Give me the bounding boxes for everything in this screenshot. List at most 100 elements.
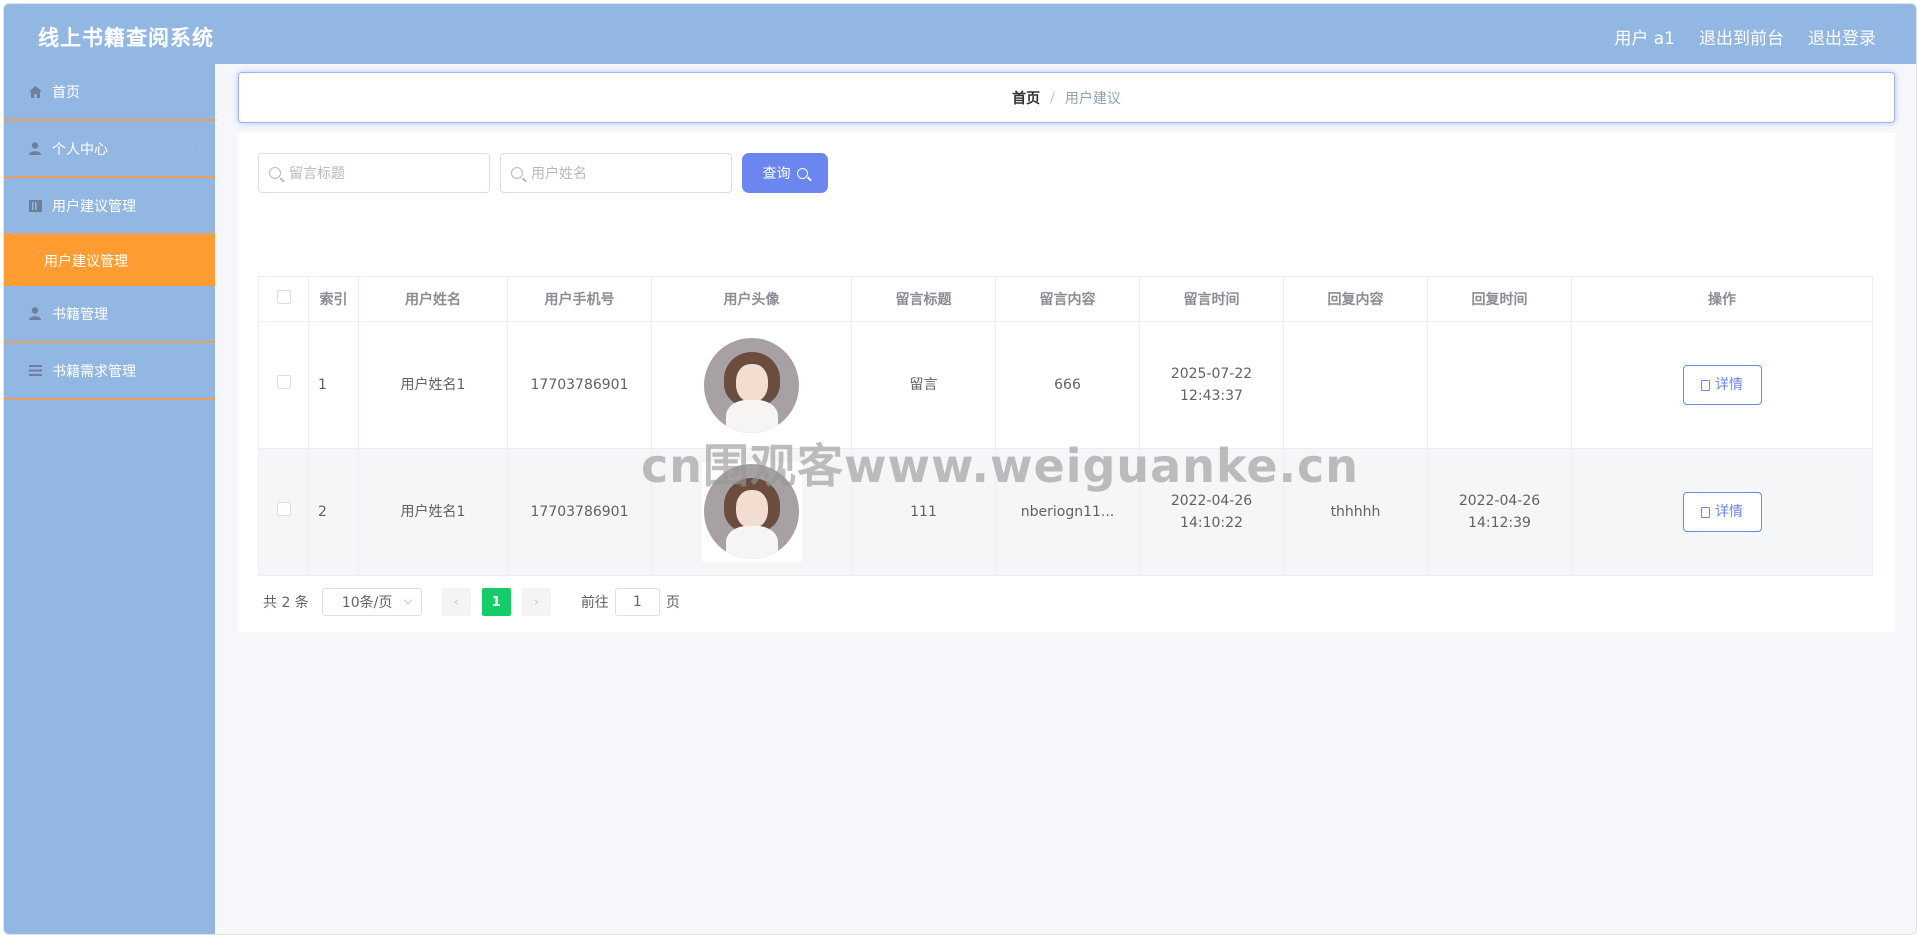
page-number-current[interactable]: 1 (481, 588, 511, 616)
main-panel: 留言标题 用户姓名 查询 索引 用户姓名 用户手机号 用户头像 留言标题 留言内… (238, 133, 1895, 632)
cell-index: 2 (308, 448, 359, 576)
name-search-input[interactable]: 用户姓名 (500, 153, 732, 193)
cell-phone: 17703786901 (507, 448, 652, 576)
sidebar-subitem-suggestion-management[interactable]: 用户建议管理 (4, 235, 215, 286)
page-size-value: 10条/页 (341, 595, 393, 611)
breadcrumb-separator: / (1050, 89, 1055, 106)
avatar (704, 337, 799, 433)
query-button-label: 查询 (762, 166, 791, 182)
cell-name: 用户姓名1 (358, 448, 508, 576)
column-header: 回复内容 (1283, 276, 1428, 322)
suggestion-table: 索引 用户姓名 用户手机号 用户头像 留言标题 留言内容 留言时间 回复内容 回… (258, 276, 1873, 576)
breadcrumb: 首页 / 用户建议 (238, 72, 1895, 123)
cell-title: 111 (851, 448, 996, 576)
pagination: 共 2 条 10条/页 ‹ 1 › 前往 1 页 (263, 588, 680, 616)
user-icon (28, 307, 42, 321)
sidebar-item-book-management[interactable]: 书籍管理 (4, 286, 215, 343)
detail-button-label: 详情 (1715, 377, 1743, 393)
search-icon (269, 167, 281, 179)
header-actions: 用户 a1 退出到前台 退出登录 (1614, 24, 1876, 49)
sidebar-item-label: 用户建议管理 (52, 198, 136, 215)
exit-to-front-link[interactable]: 退出到前台 (1699, 24, 1784, 49)
cell-time: 2022-04-26 14:10:22 (1139, 448, 1284, 576)
cell-actions: 详情 (1571, 321, 1873, 449)
breadcrumb-home[interactable]: 首页 (1012, 88, 1040, 108)
chevron-up-icon (183, 202, 195, 214)
query-button[interactable]: 查询 (742, 153, 828, 193)
column-header: 用户头像 (651, 276, 852, 322)
cell-time: 2025-07-22 12:43:37 (1139, 321, 1284, 449)
app-frame: 线上书籍查阅系统 用户 a1 退出到前台 退出登录 首页 个人中心 用户建议管理 (3, 3, 1917, 935)
cell-index: 1 (308, 321, 359, 449)
search-bar: 留言标题 用户姓名 查询 (258, 153, 828, 193)
sidebar-item-suggestion-management[interactable]: 用户建议管理 (4, 178, 215, 235)
table-row: 2 用户姓名1 17703786901 111 nberiogn11... 20… (258, 448, 1873, 576)
select-all-checkbox[interactable] (276, 290, 291, 304)
sidebar-item-home[interactable]: 首页 (4, 64, 215, 121)
cell-content: nberiogn11... (995, 448, 1140, 576)
book-icon (28, 199, 42, 213)
row-checkbox-cell[interactable] (258, 448, 309, 576)
goto-page-input[interactable]: 1 (614, 588, 660, 616)
search-icon (511, 167, 523, 179)
logout-link[interactable]: 退出登录 (1808, 24, 1876, 49)
detail-button[interactable]: 详情 (1682, 492, 1762, 532)
sidebar: 首页 个人中心 用户建议管理 用户建议管理 书籍管理 书籍需求管理 (4, 64, 215, 934)
column-header: 用户手机号 (507, 276, 652, 322)
cell-content: 666 (995, 321, 1140, 449)
row-checkbox[interactable] (276, 502, 291, 516)
select-all-checkbox-cell[interactable] (258, 276, 309, 322)
cell-reply: thhhhh (1283, 448, 1428, 576)
column-header: 操作 (1571, 276, 1873, 322)
row-checkbox[interactable] (276, 375, 291, 389)
cell-reply-time (1427, 321, 1572, 449)
title-search-placeholder: 留言标题 (289, 166, 345, 182)
title-search-input[interactable]: 留言标题 (258, 153, 490, 193)
top-header: 线上书籍查阅系统 用户 a1 退出到前台 退出登录 (4, 4, 1916, 64)
document-icon (1701, 506, 1710, 518)
user-icon (28, 142, 42, 156)
column-header: 留言内容 (995, 276, 1140, 322)
chevron-down-icon (403, 595, 413, 605)
cell-reply (1283, 321, 1428, 449)
list-icon (28, 364, 42, 378)
column-header: 索引 (308, 276, 359, 322)
table-row: 1 用户姓名1 17703786901 留言 666 2025-07-22 12… (258, 321, 1873, 449)
chevron-down-icon (183, 306, 195, 318)
cell-reply-time: 2022-04-26 14:12:39 (1427, 448, 1572, 576)
goto-page: 前往 1 页 (581, 588, 680, 616)
document-icon (1701, 379, 1710, 391)
prev-page-button[interactable]: ‹ (441, 588, 471, 616)
sidebar-item-label: 个人中心 (52, 141, 108, 158)
table-header-row: 索引 用户姓名 用户手机号 用户头像 留言标题 留言内容 留言时间 回复内容 回… (258, 276, 1873, 322)
cell-name: 用户姓名1 (358, 321, 508, 449)
app-title: 线上书籍查阅系统 (38, 26, 214, 50)
cell-avatar (651, 321, 852, 449)
cell-actions: 详情 (1571, 448, 1873, 576)
cell-avatar (651, 448, 852, 576)
avatar (701, 462, 802, 562)
breadcrumb-current: 用户建议 (1064, 90, 1121, 107)
sidebar-item-personal-center[interactable]: 个人中心 (4, 121, 215, 178)
home-icon (28, 85, 42, 99)
goto-label: 前往 (580, 595, 609, 611)
cell-title: 留言 (851, 321, 996, 449)
search-icon (796, 167, 808, 179)
column-header: 回复时间 (1427, 276, 1572, 322)
column-header: 用户姓名 (358, 276, 508, 322)
current-user-label: 用户 a1 (1614, 29, 1675, 49)
next-page-button[interactable]: › (521, 588, 551, 616)
sidebar-item-label: 首页 (52, 84, 80, 101)
row-checkbox-cell[interactable] (258, 321, 309, 449)
sidebar-item-book-demand-management[interactable]: 书籍需求管理 (4, 343, 215, 400)
detail-button[interactable]: 详情 (1682, 365, 1762, 405)
page-size-select[interactable]: 10条/页 (321, 588, 422, 616)
sidebar-item-label: 书籍需求管理 (52, 363, 136, 380)
sidebar-item-label: 书籍管理 (52, 306, 108, 323)
chevron-down-icon (183, 141, 195, 153)
chevron-down-icon (183, 363, 195, 375)
pagination-total: 共 2 条 (263, 595, 309, 611)
name-search-placeholder: 用户姓名 (531, 166, 587, 182)
column-header: 留言时间 (1139, 276, 1284, 322)
column-header: 留言标题 (851, 276, 996, 322)
